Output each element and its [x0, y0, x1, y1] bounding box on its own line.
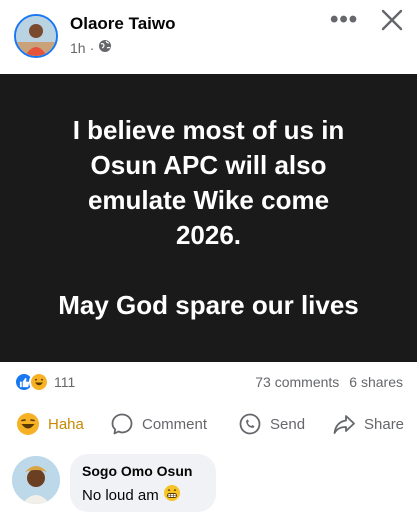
more-options-icon[interactable]: •••: [330, 6, 358, 34]
post-actions: Haha Comment Send Share: [0, 404, 417, 444]
share-button[interactable]: Share: [332, 412, 404, 436]
post-time[interactable]: 1h: [70, 40, 86, 56]
post-text-line: I believe most of us in: [72, 115, 345, 145]
reaction-stats: 111 73 comments 6 shares: [0, 366, 417, 396]
commenter-avatar[interactable]: [12, 456, 60, 504]
engagement-counts: 73 comments 6 shares: [255, 374, 403, 390]
author-avatar[interactable]: [14, 14, 58, 58]
comments-count[interactable]: 73 comments: [255, 374, 339, 390]
post-text-line: emulate Wike come: [87, 185, 330, 215]
haha-label: Haha: [48, 415, 84, 433]
comment-text: No loud am: [82, 486, 159, 504]
reaction-count: 111: [54, 374, 76, 390]
post-meta: 1h ·: [70, 39, 112, 56]
send-icon: [238, 412, 262, 436]
post-text-line: May God spare our lives: [58, 290, 359, 320]
haha-button[interactable]: Haha: [16, 412, 84, 436]
comment-label: Comment: [142, 415, 208, 433]
post-text-line: Osun APC will also: [90, 150, 327, 180]
author-name[interactable]: Olaore Taiwo: [70, 14, 176, 34]
send-label: Send: [270, 415, 306, 433]
commenter-name[interactable]: Sogo Omo Osun: [82, 463, 204, 479]
reaction-summary[interactable]: 111: [14, 372, 75, 392]
comment-bubble[interactable]: Sogo Omo Osun No loud am: [70, 454, 216, 512]
share-label: Share: [364, 415, 405, 433]
shares-count[interactable]: 6 shares: [349, 374, 403, 390]
post-header: Olaore Taiwo 1h · •••: [0, 0, 417, 74]
send-button[interactable]: Send: [238, 412, 305, 436]
grin-emoji-icon: [163, 484, 181, 506]
meta-separator: ·: [89, 39, 95, 56]
haha-icon: [16, 412, 40, 436]
comment-item: Sogo Omo Osun No loud am: [0, 454, 417, 512]
share-icon: [332, 412, 356, 436]
comment-button[interactable]: Comment: [110, 412, 207, 436]
haha-icon: [29, 372, 49, 392]
close-icon[interactable]: [380, 8, 404, 32]
post-text-line: 2026.: [175, 220, 242, 250]
post-text-card: I believe most of us in Osun APC will al…: [0, 74, 417, 362]
globe-icon: [98, 39, 112, 56]
comment-icon: [110, 412, 134, 436]
comment-text-row: No loud am: [82, 484, 204, 506]
